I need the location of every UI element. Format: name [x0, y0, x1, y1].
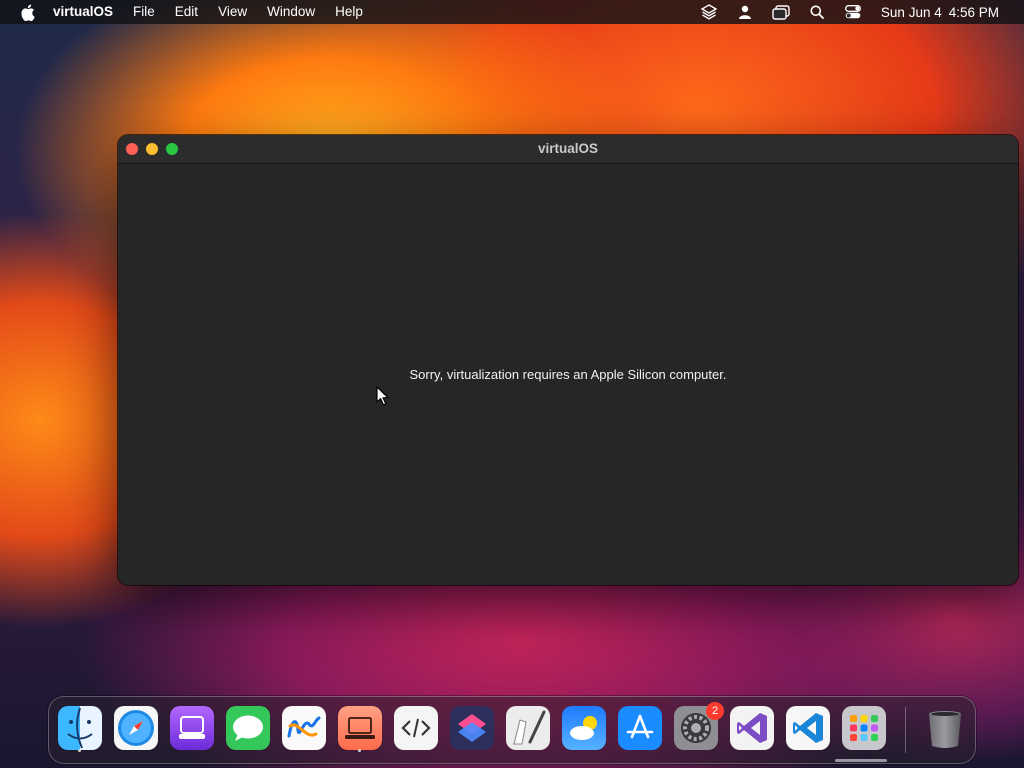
- dock-messages-icon[interactable]: [226, 706, 270, 750]
- dock-safari-icon[interactable]: [114, 706, 158, 750]
- close-button[interactable]: [126, 143, 138, 155]
- window-title: virtualOS: [537, 141, 599, 156]
- menu-clock[interactable]: Sun Jun 4 4:56 PM: [881, 5, 1006, 20]
- dock-launchpad-icon[interactable]: [842, 706, 886, 750]
- menu-file[interactable]: File: [123, 0, 165, 24]
- dock-visual-studio-icon[interactable]: [730, 706, 774, 750]
- menu-view[interactable]: View: [208, 0, 257, 24]
- clock-time: 4:56 PM: [948, 4, 999, 20]
- menu-help[interactable]: Help: [325, 0, 373, 24]
- dock-vscode-icon[interactable]: [786, 706, 830, 750]
- app-window: virtualOS Sorry, virtualization requires…: [118, 135, 1018, 585]
- dock-scroll-indicator: [835, 759, 887, 762]
- screen-mirror-icon[interactable]: [770, 3, 792, 21]
- dock-separator: [905, 707, 906, 753]
- running-indicator: [358, 749, 361, 752]
- dock-weather-icon[interactable]: [562, 706, 606, 750]
- menu-window[interactable]: Window: [257, 0, 325, 24]
- dock-trash-icon[interactable]: [923, 706, 967, 750]
- dock-shortcuts-icon[interactable]: [450, 706, 494, 750]
- window-titlebar[interactable]: virtualOS: [118, 135, 1018, 164]
- zoom-button[interactable]: [166, 143, 178, 155]
- minimize-button[interactable]: [146, 143, 158, 155]
- control-center-icon[interactable]: [842, 3, 864, 21]
- layers-icon[interactable]: [698, 3, 720, 21]
- dock-podcasts-icon[interactable]: [170, 706, 214, 750]
- dock-remote-desktop-icon[interactable]: [338, 706, 382, 752]
- menu-bar: virtualOS File Edit View Window Help Sun…: [0, 0, 1024, 24]
- clock-date: Sun Jun 4: [880, 4, 942, 20]
- dock-script-editor-icon[interactable]: [394, 706, 438, 750]
- menu-bar-right: Sun Jun 4 4:56 PM: [691, 0, 1024, 24]
- search-icon[interactable]: [806, 3, 828, 21]
- dock-script-draw-icon[interactable]: [506, 706, 550, 750]
- dock-finder-icon[interactable]: [58, 706, 102, 752]
- traffic-lights: [126, 143, 186, 155]
- dock: 2: [48, 696, 976, 764]
- menu-bar-left: virtualOS File Edit View Window Help: [0, 0, 373, 24]
- error-message: Sorry, virtualization requires an Apple …: [409, 367, 727, 382]
- menu-edit[interactable]: Edit: [165, 0, 208, 24]
- apple-menu-icon[interactable]: [17, 2, 37, 22]
- dock-freeform-icon[interactable]: [282, 706, 326, 750]
- dock-app-store-icon[interactable]: [618, 706, 662, 750]
- menu-app-name[interactable]: virtualOS: [53, 0, 123, 24]
- dock-system-settings-icon[interactable]: 2: [674, 702, 724, 750]
- notification-badge: 2: [706, 702, 724, 720]
- running-indicator: [78, 749, 81, 752]
- user-icon[interactable]: [734, 3, 756, 21]
- mouse-cursor-icon: [376, 386, 390, 406]
